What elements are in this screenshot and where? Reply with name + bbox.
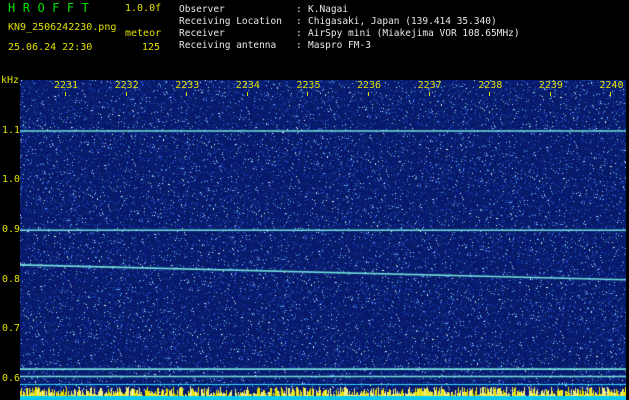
x-tick-label: 2240 (599, 80, 624, 91)
meta-label-location: Receiving Location (179, 16, 282, 27)
x-tick-mark (246, 92, 248, 96)
y-tick-label: 1.1 (2, 125, 21, 136)
x-tick-label: 2231 (54, 80, 79, 91)
meta-label-observer: Observer (179, 4, 225, 15)
mode-label: meteor (125, 28, 162, 39)
y-tick-label: 0.9 (2, 224, 21, 235)
x-tick-label: 2239 (538, 80, 563, 91)
x-tick-mark (549, 92, 551, 96)
y-tick-label: 1.0 (2, 174, 21, 185)
x-tick-mark (65, 92, 66, 96)
meta-label-antenna: Receiving antenna (179, 40, 277, 51)
meta-sep: : (296, 28, 302, 39)
x-tick-label: 2234 (235, 80, 260, 91)
header-panel: HROFFT 1.0.0f KN9_2506242230.png meteor … (0, 0, 629, 76)
y-tick-label: 0.7 (2, 323, 21, 334)
meta-value-location: Chigasaki, Japan (139.414 35.340) (308, 16, 497, 27)
x-tick-label: 2232 (114, 80, 139, 91)
x-tick-label: 2237 (417, 80, 442, 91)
y-axis-unit: kHz (1, 75, 20, 86)
app-title: HROFFT (8, 1, 97, 15)
meta-value-observer: K.Nagai (308, 4, 349, 15)
file-name: KN9_2506242230.png (8, 22, 117, 33)
x-tick-mark (368, 92, 369, 96)
meta-sep: : (296, 4, 302, 15)
meta-sep: : (296, 16, 302, 27)
x-tick-label: 2238 (478, 80, 503, 91)
y-tick-label: 0.8 (2, 274, 21, 285)
x-tick-mark (125, 92, 127, 96)
y-tick-label: 0.6 (2, 373, 21, 384)
meta-sep: : (296, 40, 302, 51)
x-tick-mark (428, 92, 430, 96)
date-time: 25.06.24 22:30 (8, 42, 93, 53)
x-tick-label: 2235 (296, 80, 321, 91)
app-version: 1.0.0f (125, 3, 162, 14)
count-value: 125 (142, 42, 161, 53)
meta-label-receiver: Receiver (179, 28, 225, 39)
meta-value-receiver: AirSpy mini (Miakejima VOR 108.65MHz) (308, 28, 520, 39)
x-tick-label: 2236 (357, 80, 382, 91)
meta-value-antenna: Maspro FM-3 (308, 40, 371, 51)
x-tick-mark (489, 92, 491, 96)
x-tick-mark (307, 92, 309, 96)
x-tick-mark (186, 92, 188, 96)
x-tick-label: 2233 (175, 80, 200, 91)
x-tick-mark (610, 92, 612, 96)
spectrogram-plot[interactable] (20, 80, 626, 400)
